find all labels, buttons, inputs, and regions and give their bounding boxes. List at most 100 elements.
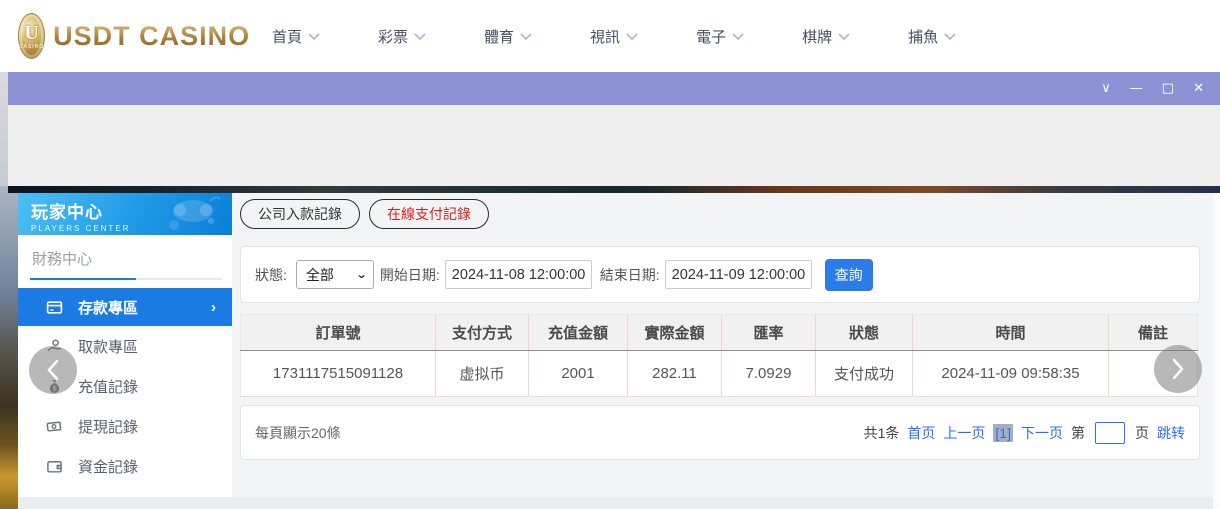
content-panel: 公司入款記錄 在線支付記錄 狀態: 全部 ⌄ 開始日期: 結束日期: 查詢 訂單… <box>232 193 1220 509</box>
main-content: 玩家中心 PLAYERS CENTER 財務中心 存款專區 › <box>18 193 1220 509</box>
cell-recharge-amount: 2001 <box>529 351 628 397</box>
sidebar-item-label: 資金記錄 <box>78 456 138 477</box>
chevron-down-icon <box>308 33 320 40</box>
right-edge-strip <box>1213 193 1220 509</box>
start-date-label: 開始日期: <box>380 265 440 285</box>
window-titlebar: ∨ — □ ✕ <box>8 72 1220 105</box>
status-select[interactable]: 全部 ⌄ <box>296 260 374 289</box>
jump-page-input[interactable] <box>1095 422 1125 444</box>
cell-time: 2024-11-09 09:58:35 <box>913 351 1109 397</box>
sidebar-item-label: 存款專區 <box>78 297 138 318</box>
window-maximize-icon[interactable]: □ <box>1162 82 1174 95</box>
col-actual-amount: 實際金額 <box>628 315 722 351</box>
next-page-link[interactable]: 下一页 <box>1021 423 1063 443</box>
tab-company-deposit-record[interactable]: 公司入款記錄 <box>240 199 360 229</box>
pagination-controls: 共1条 首页 上一页 [1] 下一页 第 页 跳转 <box>864 422 1185 444</box>
first-page-link[interactable]: 首页 <box>907 423 935 443</box>
logo-mini-text: CASINO <box>19 44 44 50</box>
col-time: 時間 <box>913 315 1109 351</box>
nav-item-sports[interactable]: 體育 <box>484 26 532 47</box>
nav-item-cards[interactable]: 棋牌 <box>802 26 850 47</box>
logo-coin-icon: U CASINO <box>18 13 45 59</box>
cell-status: 支付成功 <box>816 351 913 397</box>
chevron-down-icon <box>520 33 532 40</box>
status-label: 狀態: <box>255 265 287 285</box>
brand-logo[interactable]: U CASINO USDT CASINO <box>18 13 250 59</box>
chevron-left-icon <box>44 359 62 381</box>
records-table: 訂單號 支付方式 充值金額 實際金額 匯率 狀態 時間 備註 173111751… <box>240 314 1198 397</box>
nav-label: 捕魚 <box>908 26 938 47</box>
brand-name: USDT CASINO <box>53 21 250 52</box>
col-status: 狀態 <box>816 315 913 351</box>
window-body-blank <box>8 105 1220 186</box>
window-minimize-icon[interactable]: — <box>1130 82 1143 95</box>
sidebar-item-label: 提現記錄 <box>78 416 138 437</box>
window-collapse-icon[interactable]: ∨ <box>1101 82 1111 95</box>
nav-item-home[interactable]: 首頁 <box>272 26 320 47</box>
start-date-input[interactable] <box>445 260 592 289</box>
query-button[interactable]: 查詢 <box>825 259 873 291</box>
nav-label: 彩票 <box>378 26 408 47</box>
banner-strip <box>8 186 1220 193</box>
page-background-photo-strip <box>0 186 18 509</box>
jump-suffix-text: 页 <box>1135 423 1149 443</box>
current-page-indicator: [1] <box>993 424 1013 442</box>
total-count-text: 共1条 <box>864 423 900 443</box>
chevron-down-icon <box>944 33 956 40</box>
sidebar-item-label: 取款專區 <box>78 336 138 357</box>
chevron-right-icon <box>1169 358 1187 380</box>
page-size-text: 每頁顯示20條 <box>255 423 341 443</box>
window-close-icon[interactable]: ✕ <box>1193 82 1204 95</box>
cell-payment-method: 虚拟币 <box>436 351 529 397</box>
nav-item-slots[interactable]: 電子 <box>696 26 744 47</box>
wallet-icon <box>46 458 63 475</box>
chevron-down-icon <box>626 33 638 40</box>
sidebar-item-label: 充值記錄 <box>78 376 138 397</box>
tab-online-payment-record[interactable]: 在線支付記錄 <box>369 199 489 229</box>
table-row: 1731117515091128 虚拟币 2001 282.11 7.0929 … <box>241 351 1198 397</box>
jump-prefix-text: 第 <box>1071 423 1085 443</box>
window-controls: ∨ — □ ✕ <box>1101 82 1204 95</box>
sidebar-item-deposit-zone[interactable]: 存款專區 › <box>18 288 232 326</box>
chevron-down-icon <box>414 33 426 40</box>
col-recharge-amount: 充值金額 <box>529 315 628 351</box>
main-nav: 首頁 彩票 體育 視訊 電子 棋牌 捕魚 <box>272 26 956 47</box>
end-date-label: 結束日期: <box>600 265 660 285</box>
carousel-left-button[interactable] <box>29 346 77 394</box>
sidebar-item-withdrawal-record[interactable]: 提現記錄 <box>18 406 232 446</box>
cell-order-number: 1731117515091128 <box>241 351 436 397</box>
record-tabs: 公司入款記錄 在線支付記錄 <box>240 199 1220 229</box>
gamepad-icon <box>162 195 224 235</box>
end-date-input[interactable] <box>665 260 812 289</box>
table-header-row: 訂單號 支付方式 充值金額 實際金額 匯率 狀態 時間 備註 <box>241 315 1198 351</box>
site-header: U CASINO USDT CASINO 首頁 彩票 體育 視訊 電子 棋牌 <box>0 0 1220 72</box>
select-chevron-icon: ⌄ <box>355 268 367 281</box>
deposit-card-icon <box>46 299 63 316</box>
sidebar: 玩家中心 PLAYERS CENTER 財務中心 存款專區 › <box>18 193 232 497</box>
nav-label: 棋牌 <box>802 26 832 47</box>
nav-label: 視訊 <box>590 26 620 47</box>
chevron-down-icon <box>838 33 850 40</box>
filter-bar: 狀態: 全部 ⌄ 開始日期: 結束日期: 查詢 <box>240 246 1200 303</box>
sidebar-section-title: 財務中心 <box>18 235 232 269</box>
chevron-down-icon <box>732 33 744 40</box>
col-order-number: 訂單號 <box>241 315 436 351</box>
status-select-value: 全部 <box>306 265 334 285</box>
nav-item-fishing[interactable]: 捕魚 <box>908 26 956 47</box>
prev-page-link[interactable]: 上一页 <box>943 423 985 443</box>
cell-exchange-rate: 7.0929 <box>722 351 816 397</box>
logo-letter: U <box>24 23 38 43</box>
carousel-right-button[interactable] <box>1154 345 1202 393</box>
sidebar-header: 玩家中心 PLAYERS CENTER <box>18 193 232 235</box>
cell-actual-amount: 282.11 <box>628 351 722 397</box>
nav-label: 體育 <box>484 26 514 47</box>
nav-item-live[interactable]: 視訊 <box>590 26 638 47</box>
sidebar-item-fund-record[interactable]: 資金記錄 <box>18 446 232 486</box>
bottom-strip <box>18 497 1220 509</box>
page-background-strip <box>0 72 8 186</box>
pagination-bar: 每頁顯示20條 共1条 首页 上一页 [1] 下一页 第 页 跳转 <box>240 405 1200 460</box>
jump-button[interactable]: 跳转 <box>1157 423 1185 443</box>
col-payment-method: 支付方式 <box>436 315 529 351</box>
nav-item-lottery[interactable]: 彩票 <box>378 26 426 47</box>
chevron-right-icon: › <box>211 299 216 316</box>
